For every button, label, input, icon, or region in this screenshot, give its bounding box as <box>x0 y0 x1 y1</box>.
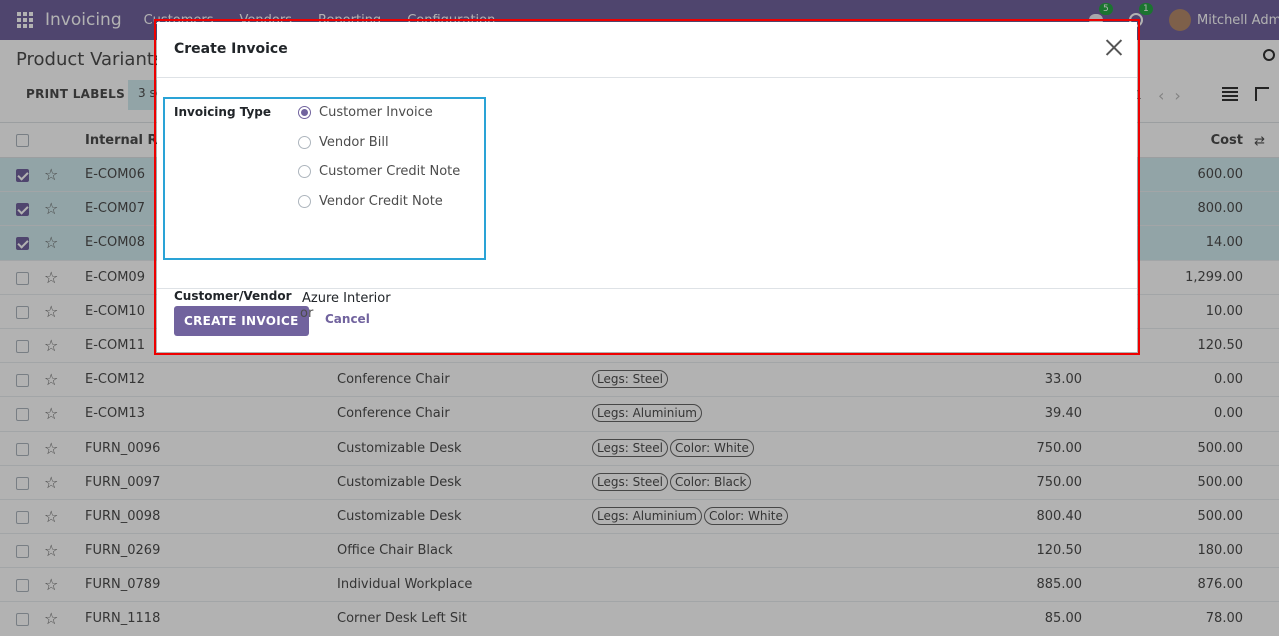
invoicing-type-option[interactable]: Customer Credit Note <box>298 164 460 179</box>
dialog-footer: CREATE INVOICE or Cancel <box>157 289 1137 351</box>
invoicing-type-option[interactable]: Customer Invoice <box>298 105 433 120</box>
dialog-title: Create Invoice <box>174 41 288 57</box>
dialog-header: Create Invoice <box>157 22 1137 78</box>
create-invoice-button[interactable]: CREATE INVOICE <box>174 306 309 336</box>
close-icon[interactable] <box>1105 39 1123 57</box>
or-text: or <box>300 306 314 321</box>
invoicing-type-option[interactable]: Vendor Credit Note <box>298 194 443 209</box>
radio-button[interactable] <box>298 195 311 208</box>
radio-button[interactable] <box>298 136 311 149</box>
create-invoice-dialog: Create Invoice Invoicing Type Customer I… <box>154 19 1140 355</box>
radio-label[interactable]: Vendor Bill <box>319 135 389 150</box>
invoicing-type-label: Invoicing Type <box>174 105 272 119</box>
radio-button[interactable] <box>298 106 311 119</box>
invoicing-type-option[interactable]: Vendor Bill <box>298 135 389 150</box>
radio-button[interactable] <box>298 165 311 178</box>
radio-label[interactable]: Customer Invoice <box>319 105 433 120</box>
radio-label[interactable]: Vendor Credit Note <box>319 194 443 209</box>
dialog-body: Invoicing Type Customer Invoice Vendor Bi… <box>157 78 1137 306</box>
radio-label[interactable]: Customer Credit Note <box>319 164 460 179</box>
cancel-button[interactable]: Cancel <box>325 312 370 326</box>
